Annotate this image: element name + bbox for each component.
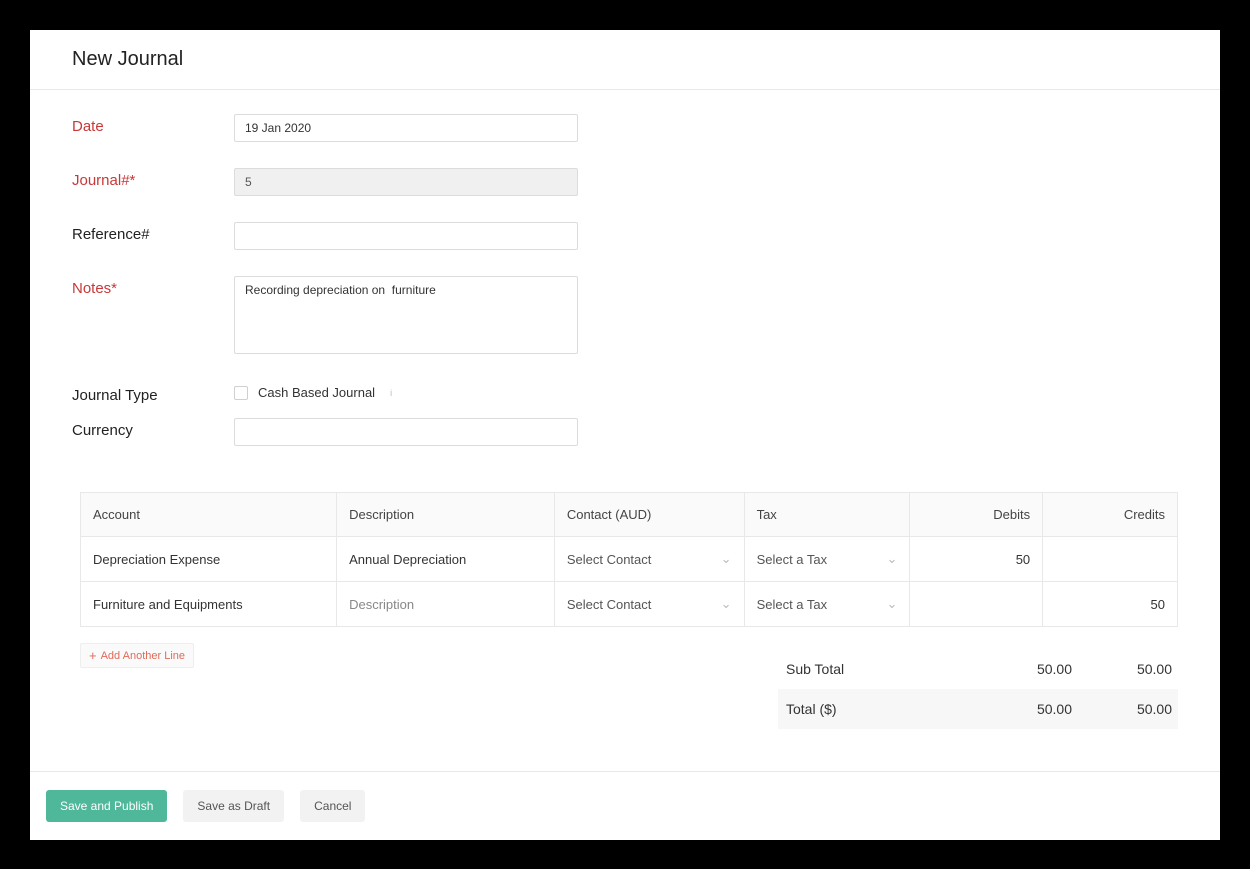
- cell-credits[interactable]: 50: [1043, 582, 1178, 627]
- save-as-draft-button[interactable]: Save as Draft: [183, 790, 284, 822]
- cash-based-checkbox[interactable]: [234, 386, 248, 400]
- reference-label: Reference#: [72, 222, 234, 243]
- page-title: New Journal: [72, 48, 1178, 71]
- cell-debits[interactable]: [910, 582, 1043, 627]
- chevron-down-icon: ⌄: [721, 596, 732, 612]
- journal-lines-table: Account Description Contact (AUD) Tax De…: [80, 492, 1178, 627]
- table-row: Depreciation Expense Annual Depreciation…: [81, 537, 1178, 582]
- add-another-line-button[interactable]: + Add Another Line: [80, 643, 194, 668]
- cell-description[interactable]: Description: [337, 582, 555, 627]
- currency-input[interactable]: [234, 418, 578, 446]
- add-line-label: Add Another Line: [101, 650, 185, 662]
- save-and-publish-button[interactable]: Save and Publish: [46, 790, 167, 822]
- journal-type-label: Journal Type: [72, 383, 234, 404]
- reference-input[interactable]: [234, 222, 578, 250]
- subtotal-credits: 50.00: [1072, 661, 1172, 677]
- contact-placeholder: Select Contact: [567, 552, 652, 567]
- col-account: Account: [81, 493, 337, 537]
- total-debits: 50.00: [972, 701, 1072, 717]
- tax-placeholder: Select a Tax: [757, 552, 828, 567]
- date-input[interactable]: [234, 114, 578, 142]
- footer-actions: Save and Publish Save as Draft Cancel: [30, 771, 1220, 840]
- subtotal-debits: 50.00: [972, 661, 1072, 677]
- cell-credits[interactable]: [1043, 537, 1178, 582]
- cell-tax[interactable]: Select a Tax ⌄: [744, 582, 910, 627]
- currency-label: Currency: [72, 418, 234, 439]
- table-row: Furniture and Equipments Description Sel…: [81, 582, 1178, 627]
- journal-number-label: Journal#*: [72, 168, 234, 189]
- col-credits: Credits: [1043, 493, 1178, 537]
- cell-contact[interactable]: Select Contact ⌄: [554, 537, 744, 582]
- cell-account[interactable]: Depreciation Expense: [81, 537, 337, 582]
- total-credits: 50.00: [1072, 701, 1172, 717]
- chevron-down-icon: ⌄: [887, 551, 898, 567]
- form-area: Date Journal#* 5 Reference# Notes* Recor…: [30, 90, 1220, 482]
- journal-number-input[interactable]: 5: [234, 168, 578, 196]
- cell-account[interactable]: Furniture and Equipments: [81, 582, 337, 627]
- plus-icon: +: [89, 649, 97, 662]
- cell-description[interactable]: Annual Depreciation: [337, 537, 555, 582]
- col-contact: Contact (AUD): [554, 493, 744, 537]
- cell-debits[interactable]: 50: [910, 537, 1043, 582]
- totals-panel: Sub Total 50.00 50.00 Total ($) 50.00 50…: [778, 649, 1178, 729]
- page-header: New Journal: [30, 30, 1220, 90]
- chevron-down-icon: ⌄: [887, 596, 898, 612]
- cancel-button[interactable]: Cancel: [300, 790, 365, 822]
- contact-placeholder: Select Contact: [567, 597, 652, 612]
- total-label: Total ($): [786, 701, 972, 717]
- info-icon[interactable]: i: [385, 387, 397, 399]
- col-debits: Debits: [910, 493, 1043, 537]
- cash-based-label: Cash Based Journal: [258, 385, 375, 400]
- subtotal-label: Sub Total: [786, 661, 972, 677]
- chevron-down-icon: ⌄: [721, 551, 732, 567]
- cell-contact[interactable]: Select Contact ⌄: [554, 582, 744, 627]
- date-label: Date: [72, 114, 234, 135]
- col-tax: Tax: [744, 493, 910, 537]
- cell-tax[interactable]: Select a Tax ⌄: [744, 537, 910, 582]
- notes-textarea[interactable]: Recording depreciation on furniture: [234, 276, 578, 354]
- description-placeholder: Description: [349, 597, 414, 612]
- notes-label: Notes*: [72, 276, 234, 297]
- col-description: Description: [337, 493, 555, 537]
- tax-placeholder: Select a Tax: [757, 597, 828, 612]
